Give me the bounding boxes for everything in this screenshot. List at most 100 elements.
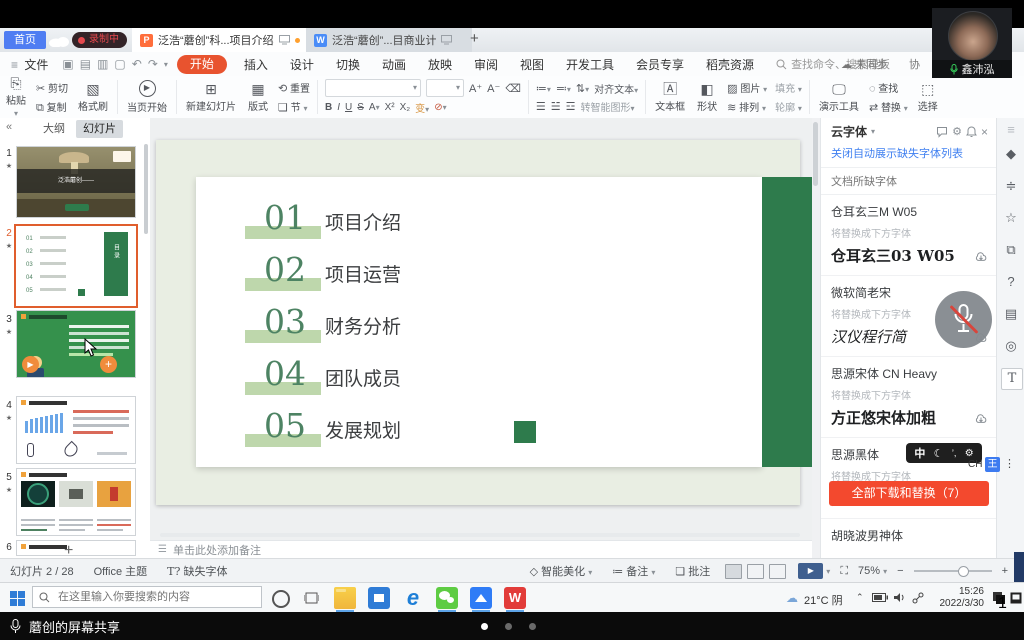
slideshow-play-button[interactable]: ▶ (798, 563, 823, 579)
new-slide-button[interactable]: ⊞新建幻灯片 (180, 76, 242, 118)
align-right-icon[interactable]: ☲ (566, 100, 576, 113)
slide-thumbnail-5[interactable] (16, 468, 136, 536)
menu-view[interactable]: 视图 (509, 56, 555, 73)
align-left-icon[interactable]: ☰ (536, 100, 546, 113)
undo-icon[interactable]: ↶ (129, 57, 145, 71)
document-tab-word[interactable]: W 泛浩“蘑创”...目商业计划书 (306, 28, 472, 52)
comments-button[interactable]: ❏ 批注 (665, 563, 720, 579)
effects-star-icon[interactable]: ☆ (997, 210, 1024, 226)
clear-format-icon[interactable]: ⌫ (505, 82, 521, 95)
menu-transition[interactable]: 切换 (325, 56, 371, 73)
shapes-button[interactable]: ◧形状 (691, 76, 723, 118)
close-panel-icon[interactable]: × (981, 125, 988, 139)
tab-outline[interactable]: 大纲 (36, 120, 72, 138)
search-input[interactable] (56, 590, 250, 604)
collaborate-button[interactable]: 协 (909, 56, 920, 72)
select-button[interactable]: ⬚选择 (912, 76, 944, 118)
canvas-scroll-thumb[interactable] (813, 122, 818, 186)
zoom-level[interactable]: 75% ▾ (858, 565, 887, 577)
zoom-slider-knob[interactable] (958, 566, 969, 577)
task-view-button[interactable] (304, 591, 319, 605)
text-box-button[interactable]: 🄰文本框▾ (649, 76, 691, 118)
collapse-panel-button[interactable]: « (6, 121, 12, 133)
decrease-font-icon[interactable]: A⁻ (487, 82, 500, 95)
replace-button[interactable]: ⇄ 替换 ▾ (869, 99, 908, 114)
preview-icon[interactable]: ▢ (111, 57, 128, 71)
ime-settings-icon[interactable]: ⚙ (965, 448, 974, 459)
download-cloud-icon[interactable] (974, 251, 988, 263)
carousel-dot[interactable] (505, 623, 512, 630)
drag-handle-icon[interactable]: ≡ (997, 122, 1024, 137)
add-slide-button[interactable]: + (64, 542, 73, 558)
menu-slideshow[interactable]: 放映 (417, 56, 463, 73)
section-button[interactable]: ❏ 节 ▾ (278, 99, 310, 114)
toc-row-3[interactable]: 03 财务分析 (196, 304, 616, 348)
help-icon[interactable]: ? (997, 274, 1024, 289)
horizontal-scrollbar[interactable] (160, 533, 800, 537)
numbering-icon[interactable]: ≕▾ (556, 82, 571, 95)
smart-beautify-button[interactable]: ◇ 智能美化 ▾ (520, 563, 603, 579)
slide-page[interactable]: 01 项目介绍 02 项目运营 03 财务分析 (156, 140, 800, 505)
align-center-icon[interactable]: ☱ (551, 100, 561, 113)
highlight-color-button[interactable]: 变▾ (415, 100, 429, 115)
menu-home-active[interactable]: 开始 (177, 55, 227, 74)
app-icon-explorer[interactable] (334, 587, 356, 609)
app-icon-edge[interactable]: e (402, 587, 424, 609)
file-menu[interactable]: ≡ 文件 (0, 56, 59, 73)
weather-cloud-icon[interactable]: ☁ (786, 591, 798, 605)
tab-slides[interactable]: 幻灯片 (76, 120, 123, 138)
zoom-out-button[interactable]: − (887, 565, 913, 577)
format-painter-button[interactable]: ▧格式刷 (72, 76, 114, 118)
slide-thumbnail-6[interactable] (16, 540, 136, 556)
menu-review[interactable]: 审阅 (463, 56, 509, 73)
caret-down-icon[interactable]: ▾ (871, 127, 875, 136)
insert-slide-button[interactable]: + (100, 356, 117, 373)
stamp-icon[interactable]: ◎ (997, 338, 1024, 354)
app-icon-meeting[interactable] (470, 587, 492, 609)
download-all-button[interactable]: 全部下载和替换（7） (829, 481, 989, 506)
normal-view-button[interactable] (725, 564, 742, 579)
export-icon[interactable]: ▤ (77, 57, 94, 71)
tray-expand-icon[interactable]: ⌃ (856, 592, 864, 603)
ime-moon-icon[interactable]: ☾ (934, 447, 944, 460)
mute-microphone-button[interactable] (935, 291, 992, 348)
menu-member[interactable]: 会员专享 (625, 56, 695, 73)
properties-sliders-icon[interactable]: ≑ (997, 178, 1024, 194)
menu-design[interactable]: 设计 (279, 56, 325, 73)
clock[interactable]: 15:26 2022/3/30 (932, 586, 984, 610)
bullets-icon[interactable]: ≔▾ (536, 82, 551, 95)
ime-punctuation-icon[interactable]: ’, (952, 448, 957, 458)
ime-brand-badge[interactable]: 王 (985, 457, 1000, 472)
download-cloud-icon[interactable] (974, 413, 988, 425)
font-name-select[interactable]: ▾ (325, 79, 421, 97)
present-tools-button[interactable]: 🖵演示工具 (813, 76, 865, 118)
ime-lang-indicator[interactable]: CH (968, 459, 982, 470)
bold-button[interactable]: B (325, 102, 332, 113)
feedback-icon[interactable] (936, 126, 948, 138)
smart-graphic-button[interactable]: 转智能图形▾ (581, 99, 635, 114)
arrange-button[interactable]: ≋ 排列 ▾ (727, 99, 767, 114)
sync-status[interactable]: ☁ 未同步 (841, 56, 888, 72)
recording-badge[interactable]: 录制中 (72, 32, 127, 48)
carousel-dot[interactable] (529, 623, 536, 630)
new-tab-button[interactable]: + (470, 30, 479, 47)
toc-row-2[interactable]: 02 项目运营 (196, 252, 616, 296)
canvas-scroll-track[interactable] (812, 118, 820, 558)
docer-rocket-icon[interactable]: ◆ (997, 146, 1024, 162)
play-from-current-button[interactable]: ▶当页开始▾ (121, 76, 173, 118)
cloud-fonts-tool-active[interactable]: T (1001, 368, 1023, 390)
menu-animation[interactable]: 动画 (371, 56, 417, 73)
home-tab[interactable]: 首页 (4, 31, 46, 49)
sorter-view-button[interactable] (747, 564, 764, 579)
bell-icon[interactable] (966, 126, 977, 138)
app-icon-store[interactable] (368, 587, 390, 609)
more-caret-icon[interactable]: ▾ (161, 60, 171, 69)
notes-bar[interactable]: ☰ 单击此处添加备注 (150, 540, 812, 558)
reset-button[interactable]: ⟲ 重置 (278, 80, 310, 95)
copy-pages-icon[interactable]: ⧉ (997, 242, 1024, 258)
hide-missing-fonts-link[interactable]: 关闭自动展示缺失字体列表 (821, 143, 996, 167)
notification-icon[interactable]: 1 (992, 591, 1005, 609)
green-square-accent[interactable] (514, 421, 536, 443)
toc-card[interactable]: 01 项目介绍 02 项目运营 03 财务分析 (196, 177, 762, 467)
redo-icon[interactable]: ↷ (145, 57, 161, 71)
